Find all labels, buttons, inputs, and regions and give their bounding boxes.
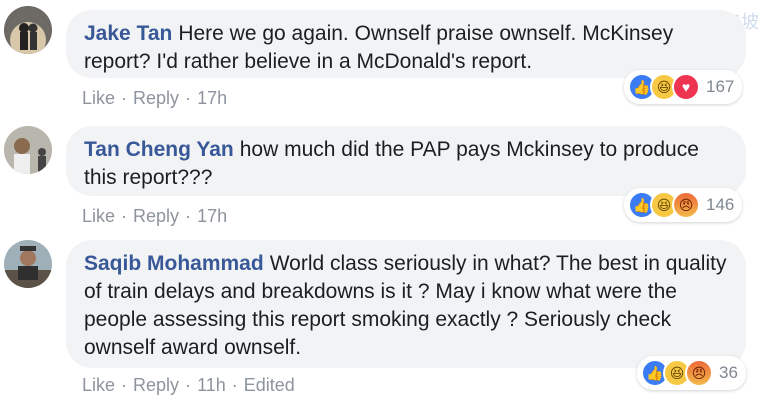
- separator: ·: [231, 375, 238, 395]
- reaction-count: 146: [706, 195, 735, 214]
- avatar[interactable]: [4, 6, 52, 54]
- edited-label[interactable]: Edited: [244, 375, 295, 396]
- reply-link[interactable]: Reply: [133, 88, 179, 109]
- avatar-photo-icon: [4, 240, 52, 288]
- avatar[interactable]: [4, 126, 52, 174]
- like-link[interactable]: Like: [82, 375, 115, 396]
- love-icon: ♥: [672, 73, 700, 101]
- avatar-photo-icon: [4, 126, 52, 174]
- reply-link[interactable]: Reply: [133, 375, 179, 396]
- reactions-summary[interactable]: 👍 😆 ♥ 167: [624, 70, 743, 104]
- separator: ·: [185, 375, 192, 395]
- angry-icon: 😠: [672, 191, 700, 219]
- angry-icon: 😠: [685, 359, 713, 387]
- comment-author[interactable]: Saqib Mohammad: [84, 252, 264, 275]
- avatar[interactable]: [4, 240, 52, 288]
- timestamp[interactable]: 17h: [197, 206, 227, 227]
- timestamp[interactable]: 17h: [197, 88, 227, 109]
- comment-bubble: Tan Cheng Yan how much did the PAP pays M…: [66, 126, 746, 196]
- like-link[interactable]: Like: [82, 206, 115, 227]
- timestamp[interactable]: 11h: [197, 375, 226, 396]
- reply-link[interactable]: Reply: [133, 206, 179, 227]
- reactions-summary[interactable]: 👍 😆 😠 36: [637, 356, 746, 390]
- comment-text: Here we go again. Ownself praise ownself…: [84, 22, 674, 73]
- comment-actions: Like · Reply · 17h: [82, 206, 227, 227]
- comment-author[interactable]: Tan Cheng Yan: [84, 138, 234, 161]
- separator: ·: [185, 88, 192, 108]
- avatar-photo-icon: [4, 6, 52, 54]
- comment-actions: Like · Reply · 17h: [82, 88, 227, 109]
- comment-bubble: Saqib Mohammad World class seriously in w…: [66, 240, 746, 368]
- comment-author[interactable]: Jake Tan: [84, 22, 172, 45]
- comment-bubble: Jake Tan Here we go again. Ownself praise…: [66, 10, 746, 78]
- like-link[interactable]: Like: [82, 88, 115, 109]
- reactions-summary[interactable]: 👍 😆 😠 146: [624, 188, 743, 222]
- separator: ·: [121, 375, 128, 395]
- separator: ·: [185, 206, 192, 226]
- reaction-count: 36: [719, 363, 738, 382]
- separator: ·: [121, 88, 128, 108]
- separator: ·: [121, 206, 128, 226]
- comment-actions: Like · Reply · 11h · Edited: [82, 375, 295, 396]
- reaction-count: 167: [706, 77, 735, 96]
